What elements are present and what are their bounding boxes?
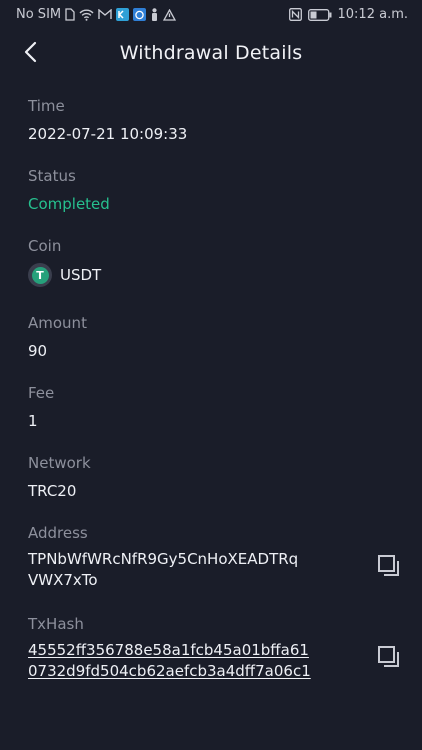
address-field: Address TPNbWfWRcNfR9Gy5CnHoXEADTRq VWX7… bbox=[28, 523, 399, 614]
txhash-line-2: 0732d9fd504cb62aefcb3a4dff7a06c1 bbox=[28, 662, 311, 680]
txhash-label: TxHash bbox=[28, 615, 84, 633]
status-bar-left: No SIM bbox=[16, 7, 177, 22]
txhash-line-1: 45552ff356788e58a1fcb45a01bffa61 bbox=[28, 641, 309, 659]
app-notification-icon bbox=[116, 8, 130, 21]
status-field: Status Completed bbox=[28, 166, 398, 236]
fee-label: Fee bbox=[28, 384, 55, 402]
network-label: Network bbox=[28, 454, 91, 472]
warning-icon bbox=[163, 8, 177, 21]
coin-row: T USDT bbox=[28, 263, 398, 287]
time-value: 2022-07-21 10:09:33 bbox=[28, 125, 188, 143]
battery-icon bbox=[307, 8, 332, 21]
nav-header: Withdrawal Details bbox=[0, 30, 422, 78]
network-field: Network TRC20 bbox=[28, 453, 398, 523]
clock-time: 10:12 a.m. bbox=[337, 7, 409, 22]
amount-value: 90 bbox=[28, 342, 48, 360]
amount-field: Amount 90 bbox=[28, 313, 398, 383]
wifi-icon bbox=[79, 9, 94, 21]
status-label: Status bbox=[28, 167, 76, 185]
time-field: Time 2022-07-21 10:09:33 bbox=[28, 96, 398, 166]
status-bar-right: 10:12 a.m. bbox=[288, 7, 409, 22]
person-icon bbox=[150, 8, 159, 21]
sim-icon bbox=[65, 8, 75, 21]
tether-icon: T bbox=[28, 263, 52, 287]
txhash-link[interactable]: 45552ff356788e58a1fcb45a01bffa61 0732d9f… bbox=[28, 640, 328, 682]
time-label: Time bbox=[28, 97, 65, 115]
amount-label: Amount bbox=[28, 314, 87, 332]
coin-label: Coin bbox=[28, 237, 62, 255]
alarm-app-icon bbox=[133, 8, 147, 21]
carrier-label: No SIM bbox=[16, 7, 62, 22]
coin-value: USDT bbox=[60, 266, 102, 284]
mail-icon bbox=[98, 9, 112, 20]
copy-address-button[interactable] bbox=[376, 555, 404, 583]
copy-icon bbox=[377, 554, 403, 584]
fee-value: 1 bbox=[28, 412, 38, 430]
fee-field: Fee 1 bbox=[28, 383, 398, 453]
address-line-2: VWX7xTo bbox=[28, 571, 98, 589]
address-line-1: TPNbWfWRcNfR9Gy5CnHoXEADTRq bbox=[28, 550, 299, 568]
address-label: Address bbox=[28, 524, 88, 542]
address-value[interactable]: TPNbWfWRcNfR9Gy5CnHoXEADTRq VWX7xTo bbox=[28, 549, 318, 591]
status-value: Completed bbox=[28, 195, 110, 213]
coin-field: Coin T USDT bbox=[28, 236, 398, 313]
copy-txhash-button[interactable] bbox=[376, 646, 404, 674]
network-value: TRC20 bbox=[28, 482, 77, 500]
withdrawal-details: Time 2022-07-21 10:09:33 Status Complete… bbox=[28, 96, 399, 684]
nfc-icon bbox=[288, 8, 302, 21]
status-bar: No SIM 10:12 a.m. bbox=[0, 0, 422, 28]
txhash-field: TxHash 45552ff356788e58a1fcb45a01bffa61 … bbox=[28, 614, 399, 684]
copy-icon bbox=[377, 645, 403, 675]
page-title: Withdrawal Details bbox=[119, 42, 303, 64]
